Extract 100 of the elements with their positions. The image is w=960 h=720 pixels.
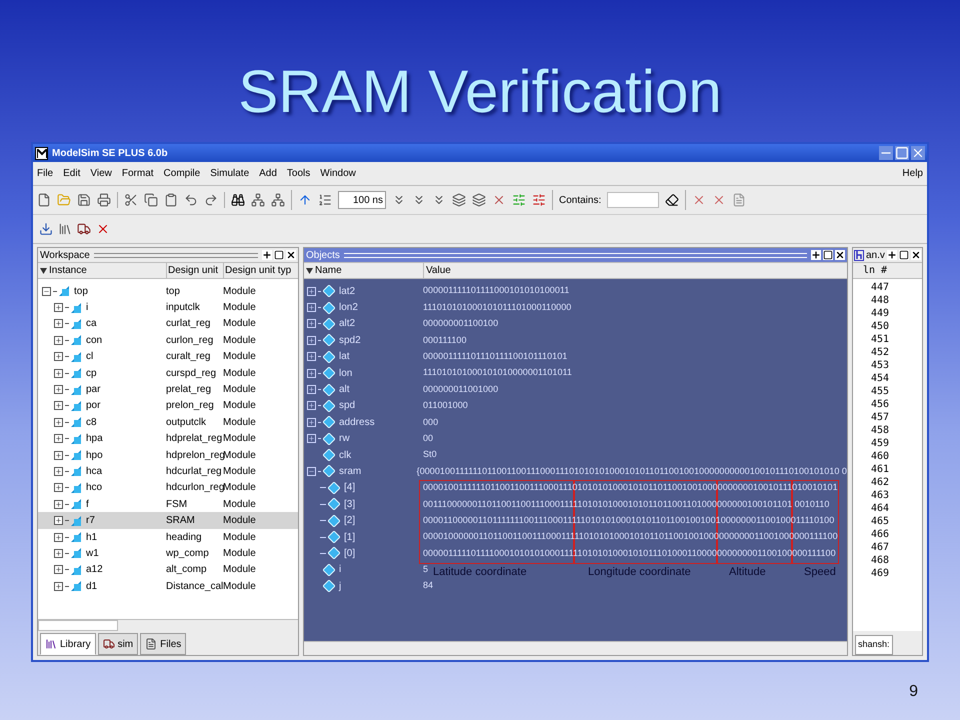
workspace-tab[interactable]: Library [40,633,96,655]
expand-icon[interactable] [54,336,63,345]
workspace-tab[interactable]: Files [140,633,186,655]
eraser-icon[interactable] [665,193,680,207]
expand-icon[interactable] [54,500,63,509]
save-icon[interactable] [77,193,91,207]
instance-row[interactable]: d1 Distance_calModule [38,578,298,594]
copy-icon[interactable] [144,193,158,207]
restart-icon[interactable] [318,193,332,207]
clipboard-icon[interactable] [164,193,178,207]
instance-row[interactable]: cp curspd_reg Module [38,364,298,382]
instance-row[interactable]: w1 wp_comp Module [38,545,298,562]
column-header[interactable]: Design unit typ [223,263,292,278]
instance-row[interactable]: par prelat_reg Module [38,381,298,398]
signal-icon [328,531,340,544]
dock-icon[interactable] [886,250,897,260]
expand-icon[interactable] [54,450,63,460]
expand-icon[interactable] [54,418,63,427]
expand-icon[interactable] [54,532,63,542]
expand-icon[interactable] [54,352,63,362]
dock-icon[interactable] [811,250,821,260]
design-unit: top [166,284,181,299]
column-header[interactable]: Name [304,263,423,278]
instance-row[interactable]: hca hdcurlat_reg Module [38,463,298,480]
expand-icon[interactable] [54,303,63,312]
instance-row[interactable]: ca curlat_reg Module [38,316,298,332]
instance-row[interactable]: con curlon_reg Module [38,332,298,349]
hierarchy-icon[interactable] [271,193,285,207]
column-header[interactable]: ln # [853,262,922,279]
expand-icon[interactable] [54,319,63,328]
module-icon [71,352,81,362]
instance-row[interactable]: por prelon_reg Module [38,398,298,414]
horizontal-scrollbar[interactable] [304,641,847,655]
contains-field[interactable] [607,192,660,208]
close-icon[interactable] [286,250,296,260]
redo-icon[interactable] [204,193,218,207]
expand-icon[interactable] [54,434,63,444]
design-unit-type: Module [223,498,256,512]
expand-icon[interactable] [54,385,63,394]
instance-row[interactable]: hpo hdprelon_regModule [38,446,298,464]
expand-icon[interactable] [54,401,63,410]
menu-item[interactable]: Tools [286,166,310,181]
menu-item[interactable]: Compile [164,166,200,181]
instance-row[interactable]: cl curalt_reg Module [38,348,298,365]
arrow-up-icon[interactable] [298,193,312,207]
menu-item[interactable]: Edit [63,166,80,181]
instance-row[interactable]: c8 outputclk Module [38,414,298,431]
menu-item[interactable]: Add [259,166,277,181]
instance-row[interactable]: a12 alt_comp Module [38,562,298,578]
instance-row[interactable]: top top Module [38,283,298,300]
minimize-icon[interactable] [879,146,893,160]
undo-icon[interactable] [184,193,198,207]
source-tab[interactable]: shansh: [855,635,893,655]
close-icon[interactable] [910,250,921,260]
undock-icon[interactable] [898,250,909,260]
instance-row[interactable]: hpa hdprelat_regModule [38,430,298,447]
expand-icon[interactable] [54,368,63,378]
scissors-icon[interactable] [124,193,138,207]
menu-item[interactable]: Format [122,166,154,181]
dock-icon[interactable] [262,250,272,260]
instance-name: con [86,334,102,348]
hierarchy-icon[interactable] [251,193,265,207]
menu-item[interactable]: File [37,166,54,181]
workspace-tab[interactable]: sim [98,633,138,655]
new-file-icon[interactable] [37,193,51,207]
instance-row[interactable]: f FSM Module [38,496,298,512]
instance-row[interactable]: hco hdcurlon_regModule [38,480,298,496]
menu-item[interactable]: Window [320,166,356,181]
expand-icon[interactable] [54,582,63,591]
instance-row[interactable]: i inputclk Module [38,299,298,316]
instance-row[interactable]: h1 heading Module [38,528,298,546]
run-length-field[interactable]: 100 ns [338,191,386,209]
menu-item[interactable]: View [90,166,112,181]
column-header[interactable]: Design unit [166,263,223,278]
expand-icon[interactable] [54,565,63,574]
restore-icon[interactable] [895,146,909,160]
compile-icon[interactable] [39,222,53,236]
instance-name: r7 [86,514,95,528]
simulate-icon[interactable] [77,222,91,236]
signal-icon [323,334,335,346]
printer-icon[interactable] [97,193,111,207]
expand-icon[interactable] [54,483,63,492]
expand-icon[interactable] [54,548,63,558]
horizontal-scrollbar[interactable] [38,619,298,631]
end-simulation-icon[interactable] [96,222,110,236]
binoculars-icon[interactable] [231,193,245,207]
close-icon[interactable] [835,250,845,260]
performance-icon[interactable] [512,193,526,207]
undock-icon[interactable] [823,250,833,260]
instance-row[interactable]: r7 SRAM Module [38,512,298,529]
break-icon[interactable] [492,193,506,207]
menu-item[interactable]: Help [902,166,923,181]
column-header[interactable]: Value [423,263,451,278]
column-header[interactable]: Instance [38,263,166,278]
library-icon[interactable] [58,222,72,236]
expand-icon[interactable] [54,466,63,476]
collapse-icon[interactable] [42,286,51,296]
undock-icon[interactable] [274,250,284,260]
expand-icon[interactable] [54,516,63,526]
menu-item[interactable]: Simulate [210,166,250,181]
